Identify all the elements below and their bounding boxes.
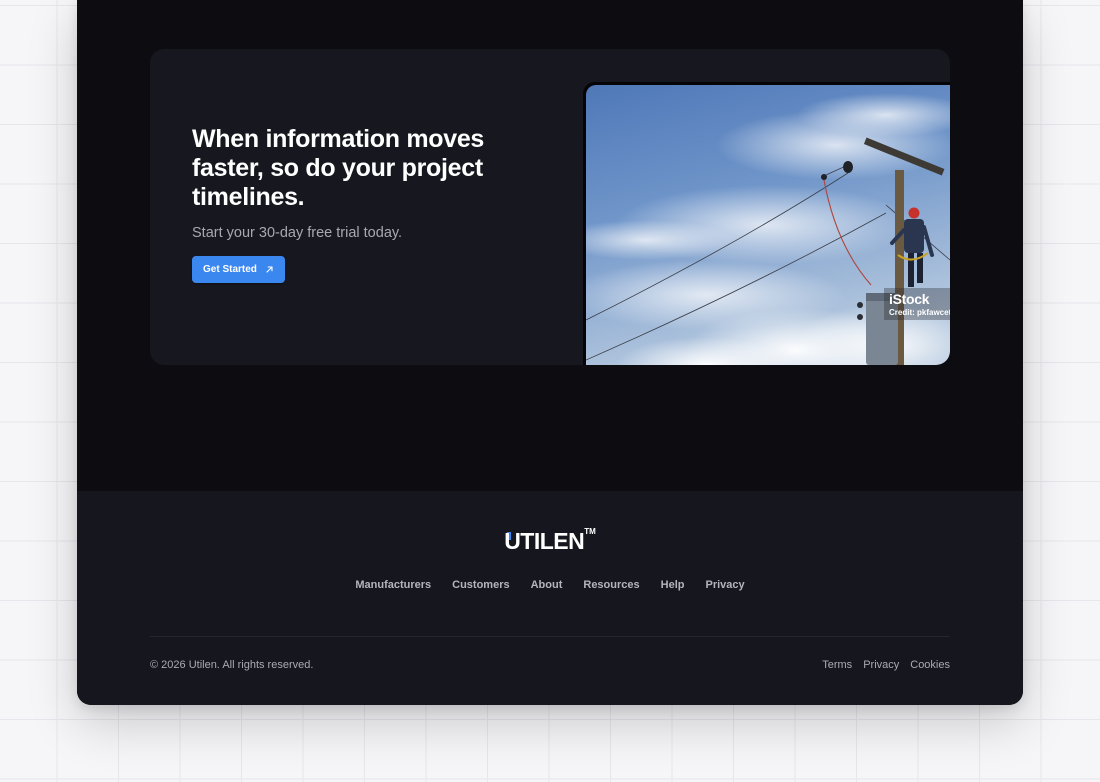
cta-heading: When information moves faster, so do you… <box>192 125 485 211</box>
footer-nav: Manufacturers Customers About Resources … <box>77 579 1023 591</box>
legal-link-cookies[interactable]: Cookies <box>910 659 950 671</box>
cta-text-block: When information moves faster, so do you… <box>192 125 512 283</box>
footer-link-about[interactable]: About <box>531 579 563 591</box>
brand-name: UTILEN <box>504 528 585 554</box>
brand-trademark: TM <box>584 527 596 536</box>
page-container: When information moves faster, so do you… <box>77 0 1023 705</box>
get-started-button[interactable]: Get Started <box>192 256 285 283</box>
legal-links: Terms Privacy Cookies <box>822 659 950 671</box>
get-started-label: Get Started <box>203 264 257 275</box>
cta-image-frame: iStock Credit: pkfawcett <box>583 82 950 365</box>
legal-link-terms[interactable]: Terms <box>822 659 852 671</box>
footer-divider <box>150 636 950 637</box>
cta-card: When information moves faster, so do you… <box>150 49 950 365</box>
brand-logo[interactable]: UTILENTM <box>504 527 596 554</box>
legal-link-privacy[interactable]: Privacy <box>863 659 899 671</box>
cta-subheading: Start your 30-day free trial today. <box>192 225 403 241</box>
footer-link-resources[interactable]: Resources <box>583 579 639 591</box>
footer-link-privacy[interactable]: Privacy <box>705 579 744 591</box>
copyright-text: © 2026 Utilen. All rights reserved. <box>150 659 314 671</box>
lineworker-photo <box>586 85 950 365</box>
footer-link-manufacturers[interactable]: Manufacturers <box>355 579 431 591</box>
footer-link-customers[interactable]: Customers <box>452 579 509 591</box>
arrow-up-right-icon <box>265 265 274 274</box>
site-footer: UTILENTM Manufacturers Customers About R… <box>77 491 1023 705</box>
footer-brand: UTILENTM <box>77 527 1023 554</box>
footer-link-help[interactable]: Help <box>661 579 685 591</box>
